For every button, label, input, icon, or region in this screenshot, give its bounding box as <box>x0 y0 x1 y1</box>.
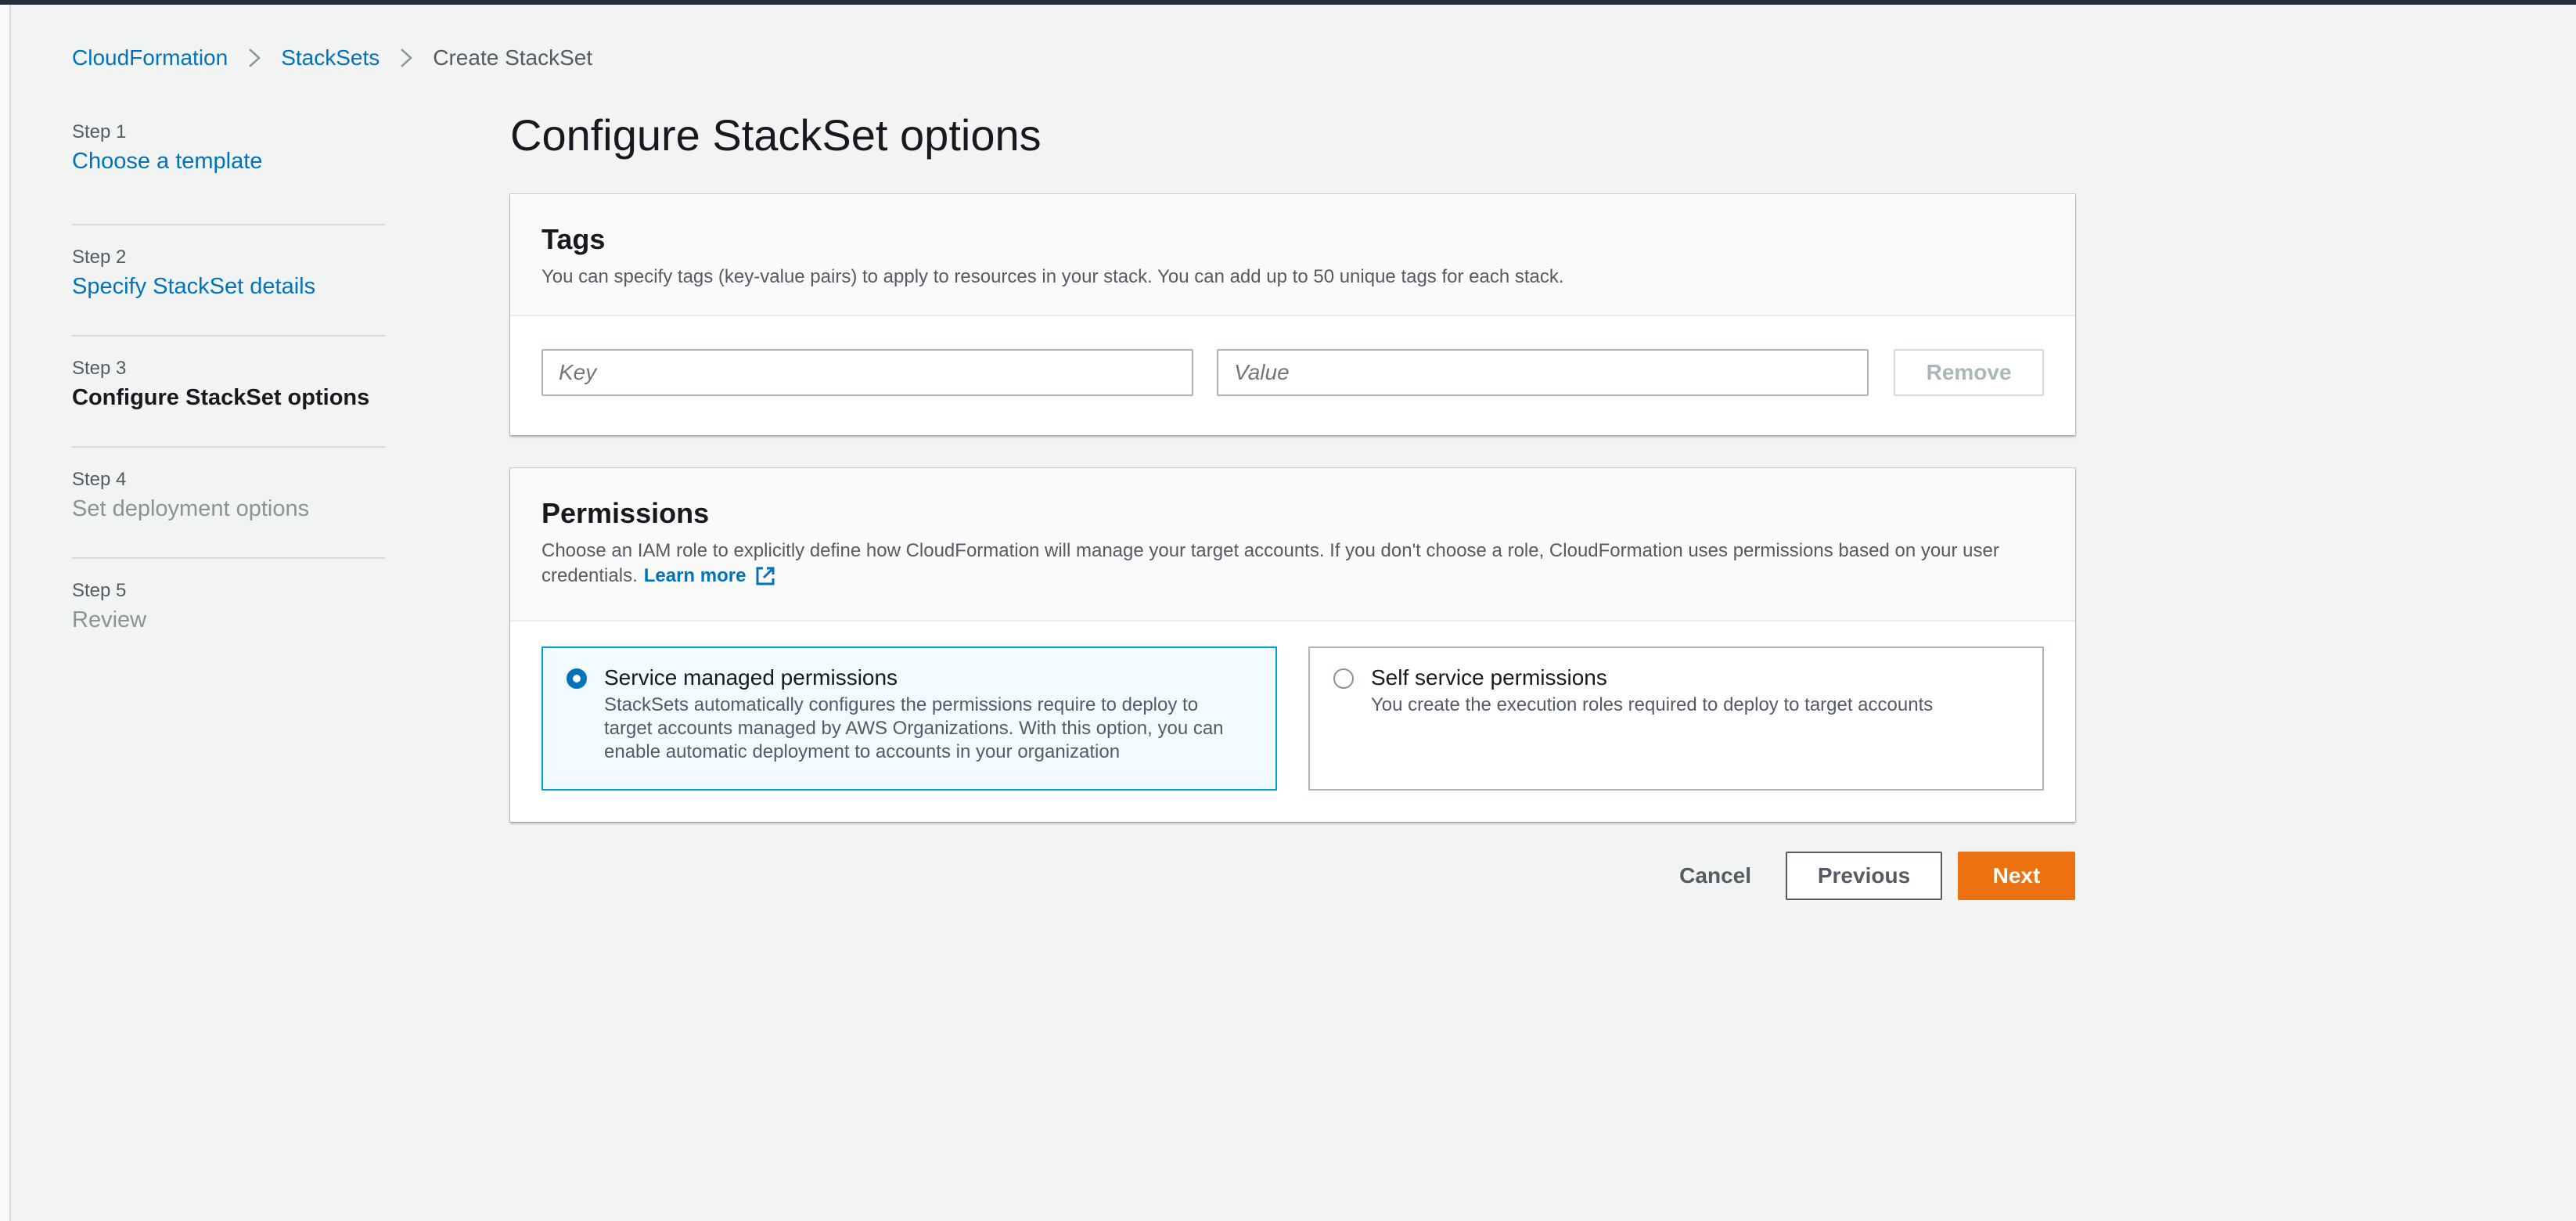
previous-button[interactable]: Previous <box>1786 852 1942 900</box>
tag-row: Remove <box>541 349 2044 398</box>
learn-more-link[interactable]: Learn more <box>644 564 778 589</box>
breadcrumb: CloudFormation StackSets Create StackSet <box>72 45 592 70</box>
tags-panel: Tags You can specify tags (key-value pai… <box>510 194 2075 435</box>
service-managed-permissions-tile[interactable]: Service managed permissions StackSets au… <box>541 647 1277 791</box>
step-number: Step 1 <box>72 121 127 142</box>
remove-tag-button[interactable]: Remove <box>1894 349 2044 396</box>
tile-description: You create the execution roles required … <box>1371 694 1934 715</box>
wizard-step-2: Step 2 Specify StackSet details <box>72 225 385 337</box>
permissions-panel-header: Permissions Choose an IAM role to explic… <box>510 468 2075 621</box>
top-bar <box>0 0 2576 5</box>
tile-title: Service managed permissions <box>604 665 898 690</box>
wizard-step-5: Step 5 Review <box>72 559 385 670</box>
step-link-specify-details[interactable]: Specify StackSet details <box>72 271 385 302</box>
self-service-permissions-tile[interactable]: Self service permissions You create the … <box>1308 647 2044 791</box>
tags-description: You can specify tags (key-value pairs) t… <box>541 266 1564 287</box>
permissions-panel: Permissions Choose an IAM role to explic… <box>510 468 2075 822</box>
step-review: Review <box>72 607 147 632</box>
breadcrumb-cloudformation[interactable]: CloudFormation <box>72 45 228 70</box>
external-link-icon <box>756 567 775 585</box>
wizard-actions: Cancel Previous Next <box>1645 852 2075 900</box>
permissions-title: Permissions <box>541 497 710 529</box>
cancel-button[interactable]: Cancel <box>1645 852 1786 900</box>
permissions-description-wrapper: Choose an IAM role to explicitly define … <box>541 538 2044 589</box>
wizard-step-3: Step 3 Configure StackSet options <box>72 337 385 448</box>
step-deployment-options: Set deployment options <box>72 496 310 521</box>
left-edge-panel <box>0 5 11 1221</box>
step-number: Step 5 <box>72 580 127 601</box>
tag-value-input[interactable] <box>1217 349 1869 396</box>
wizard-steps-nav: Step 1 Choose a template Step 2 Specify … <box>72 114 385 670</box>
next-button[interactable]: Next <box>1958 852 2075 900</box>
breadcrumb-current: Create StackSet <box>433 45 593 70</box>
learn-more-label: Learn more <box>643 565 747 586</box>
tag-key-input[interactable] <box>541 349 1194 396</box>
breadcrumb-stacksets[interactable]: StackSets <box>281 45 380 70</box>
chevron-right-icon <box>398 46 414 70</box>
step-link-choose-template[interactable]: Choose a template <box>72 146 385 177</box>
radio-self-service[interactable] <box>1333 668 1354 689</box>
tile-description: StackSets automatically configures the p… <box>604 694 1224 762</box>
tags-panel-header: Tags You can specify tags (key-value pai… <box>510 194 2075 316</box>
wizard-step-1: Step 1 Choose a template <box>72 114 385 225</box>
tags-title: Tags <box>541 223 606 255</box>
step-number: Step 2 <box>72 247 127 268</box>
wizard-step-4: Step 4 Set deployment options <box>72 448 385 559</box>
page-title: Configure StackSet options <box>510 110 1042 160</box>
tile-title: Self service permissions <box>1371 665 1607 690</box>
step-current-configure-options: Configure StackSet options <box>72 385 370 410</box>
step-number: Step 4 <box>72 469 127 490</box>
chevron-right-icon <box>246 46 262 70</box>
radio-service-managed[interactable] <box>567 668 587 689</box>
step-number: Step 3 <box>72 358 127 379</box>
